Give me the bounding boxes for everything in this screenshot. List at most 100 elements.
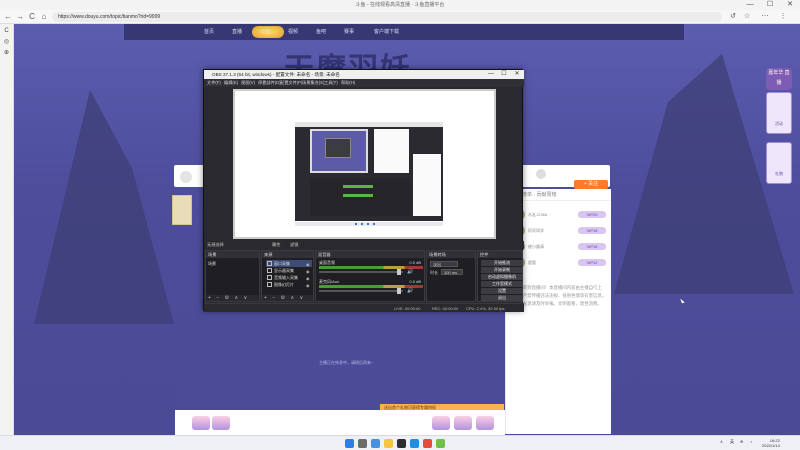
forward-icon[interactable]: → [15,12,25,22]
obs-close-icon[interactable]: ✕ [512,70,522,79]
minimize-icon[interactable]: — [740,0,760,10]
maximize-icon[interactable]: ☐ [760,0,780,10]
exit-button[interactable]: 退出 [481,295,523,301]
filters-button[interactable]: 滤镜 [290,242,298,248]
sources-footer[interactable]: + − ⚙ ∧ ∨ [262,295,313,301]
search-icon[interactable] [358,439,367,448]
sources-dock: 来源 窗口采集 ◉ 显示器采集 ◉ 音频输入采集 ◉ 图像幻灯片 ◉ + − ⚙ ∧ ∨ [261,250,314,302]
virtual-camera-button[interactable]: 启动虚拟摄像机 [481,274,523,280]
nested-titlebar [295,122,443,127]
volume-slider[interactable] [319,271,403,273]
nested-taskbar-icon [373,223,375,225]
nested-page [374,129,409,173]
taskview-icon[interactable] [371,439,380,448]
nav-item-category[interactable]: 分类 [260,28,270,35]
rank-user[interactable]: 阿呆同学 VIP18 [514,225,610,237]
menu-file[interactable]: 文件(F) [207,80,221,86]
rank-user[interactable]: 超管 VIP12 [514,257,610,269]
nav-item-events[interactable]: 赛事 [344,28,354,35]
system-clock[interactable]: 16:22 2022/1/14 [762,438,780,448]
volume-knob[interactable] [397,288,401,294]
back-icon[interactable]: ← [3,12,13,22]
ime-icon[interactable]: 英 [730,439,734,445]
window-title: 斗鱼 - 在线观看高清直播 · 斗鱼直播平台 [355,2,445,8]
source-item[interactable]: 显示器采集 ◉ [266,267,312,274]
url-field[interactable]: https://www.douyu.com/topic/tianmo?rid=9… [52,12,722,22]
duration-label: 时长 [430,270,438,275]
speaker-icon[interactable]: 🔊 [407,269,413,275]
sidebar-icon-3[interactable]: ⊕ [0,49,13,56]
user-name: 超管 [528,260,536,265]
gift-item[interactable] [192,416,210,430]
transition-select[interactable]: 淡出 [430,261,458,267]
scene-item[interactable]: 场景 [206,260,252,267]
follow-button[interactable]: + 关注 [574,180,608,189]
favorite-icon[interactable]: ☆ [742,12,752,22]
volume-knob[interactable] [397,269,401,275]
obs-preview[interactable] [233,89,496,239]
tray-chevron-icon[interactable]: ∧ [720,439,723,444]
volume-icon[interactable]: ♪ [750,439,752,444]
studio-mode-button[interactable]: 工作室模式 [481,281,523,287]
app-icon[interactable] [423,439,432,448]
explorer-icon[interactable] [384,439,393,448]
speaker-icon[interactable]: 🔊 [407,288,413,294]
nav-item-home[interactable]: 首页 [204,28,214,35]
obs-app-icon[interactable] [397,439,406,448]
source-item[interactable]: 音频输入采集 ◉ [266,274,312,281]
obs-maximize-icon[interactable]: ☐ [499,70,509,79]
channel-label: 麦克风/Aux [319,279,340,284]
nav-item-live[interactable]: 直播 [232,28,242,35]
nested-taskbar-icon [355,223,357,225]
rank-user[interactable]: 水友12366 VIP20 [514,209,610,221]
close-icon[interactable]: ✕ [780,0,800,10]
edge-icon[interactable] [410,439,419,448]
clock-date: 2022/1/14 [762,443,780,448]
network-icon[interactable]: ⊕ [740,439,743,444]
eye-icon[interactable]: ◉ [306,282,310,289]
right-card-gift[interactable]: 礼物 [766,142,792,184]
right-card-activity[interactable]: 活动 [766,92,792,134]
source-item[interactable]: 窗口采集 ◉ [266,260,312,267]
nav-item-download[interactable]: 客户端下载 [374,28,399,35]
gift-item[interactable] [476,416,494,430]
start-icon[interactable] [345,439,354,448]
menu-profile[interactable]: 配置文件(P) [280,80,302,86]
menu-scenecollection[interactable]: 场景集合(S) [302,80,324,86]
menu-tools[interactable]: 工具(T) [324,80,338,86]
more-icon[interactable]: ⋯ [760,12,770,22]
properties-button[interactable]: 属性 [272,242,280,248]
rec-timer: REC: 00:00:00 [432,306,459,311]
source-item[interactable]: 图像幻灯片 ◉ [266,281,312,288]
room-icon [180,171,192,183]
start-recording-button[interactable]: 开始录制 [481,267,523,273]
settings-button[interactable]: 设置 [481,288,523,294]
gift-item[interactable] [432,416,450,430]
anchor-avatar[interactable] [536,169,546,179]
monitor-icon [267,261,272,266]
app-icon[interactable] [436,439,445,448]
volume-slider[interactable] [319,290,403,292]
nav-item-forum[interactable]: 鱼吧 [316,28,326,35]
start-streaming-button[interactable]: 开始推流 [481,260,523,266]
obs-minimize-icon[interactable]: — [486,70,496,79]
scenes-footer[interactable]: + − ⚙ ∧ ∨ [206,295,259,301]
event-badge[interactable]: 嘉年华 直播 [766,68,792,90]
home-icon[interactable]: ⌂ [39,12,49,22]
menu-docks[interactable]: 停靠部件(D) [258,80,281,86]
menu-view[interactable]: 视图(V) [241,80,255,86]
sidebar-icon-1[interactable]: C [0,28,13,34]
gift-item[interactable] [212,416,230,430]
rank-user[interactable]: 绫小路清 VIP16 [514,241,610,253]
nav-item-video[interactable]: 视频 [288,28,298,35]
chat-notice: 欢迎来到直播间！本直播间内容由主播自行上传，严禁传播违法违规、低俗色情等有害信息… [514,285,607,306]
reload-icon[interactable]: C [27,12,37,22]
refresh-icon[interactable]: ↺ [728,12,738,22]
gift-item[interactable] [454,416,472,430]
duration-field[interactable]: 300 ms [441,269,463,275]
menu-icon[interactable]: ⋮ [778,12,788,22]
sidebar-icon-2[interactable]: ◎ [0,38,13,45]
menu-help[interactable]: 帮助(H) [341,80,355,86]
image-icon [267,282,272,287]
menu-edit[interactable]: 编辑(E) [224,80,238,86]
